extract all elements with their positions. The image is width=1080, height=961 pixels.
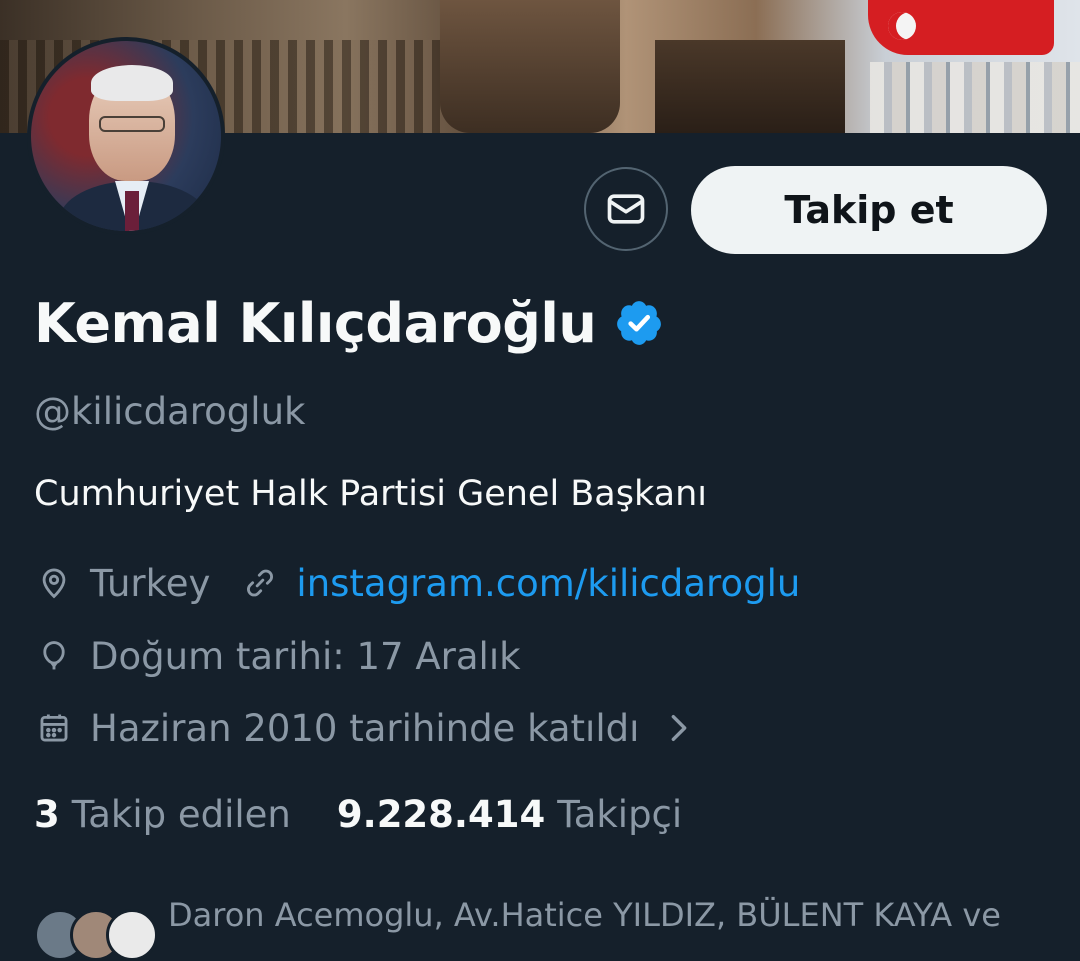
profile-joined: Haziran 2010 tarihinde katıldı — [90, 706, 640, 750]
followers-stat[interactable]: 9.228.414 Takipçi — [337, 793, 682, 836]
follow-button[interactable]: Takip et — [691, 166, 1047, 254]
following-count: 3 — [34, 792, 60, 836]
banner-podium — [655, 40, 845, 133]
followed-by-text: Daron Acemoglu, Av.Hatice YILDIZ, BÜLENT… — [168, 896, 1001, 934]
banner-flag — [868, 0, 1054, 55]
profile-avatar[interactable] — [27, 37, 225, 235]
display-name: Kemal Kılıçdaroğlu — [34, 291, 597, 355]
banner-city — [870, 62, 1080, 133]
profile-meta-joined[interactable]: Haziran 2010 tarihinde katıldı — [34, 703, 693, 753]
followed-by-preview[interactable]: Daron Acemoglu, Av.Hatice YILDIZ, BÜLENT… — [34, 895, 1001, 961]
followers-label: Takipçi — [557, 792, 683, 836]
calendar-icon — [34, 708, 74, 748]
profile-birthday: Doğum tarihi: 17 Aralık — [90, 634, 521, 678]
location-pin-icon — [34, 563, 74, 603]
verified-badge-icon[interactable] — [614, 298, 664, 348]
profile-location: Turkey — [90, 561, 211, 605]
following-label: Takip edilen — [71, 792, 291, 836]
chevron-right-icon[interactable] — [665, 711, 693, 745]
envelope-icon — [604, 187, 648, 231]
profile-meta-location-link: Turkey instagram.com/kilicdaroglu — [34, 558, 800, 608]
profile-bio: Cumhuriyet Halk Partisi Genel Başkanı — [34, 474, 707, 514]
followers-count: 9.228.414 — [336, 792, 546, 836]
banner-figure — [440, 0, 620, 133]
balloon-icon — [34, 636, 74, 676]
message-button[interactable] — [584, 167, 668, 251]
profile-website-link[interactable]: instagram.com/kilicdaroglu — [296, 562, 800, 605]
profile-meta-birthday: Doğum tarihi: 17 Aralık — [34, 631, 521, 681]
profile-name-row: Kemal Kılıçdaroğlu — [34, 288, 664, 358]
profile-handle: @kilicdarogluk — [34, 390, 306, 433]
following-stat[interactable]: 3 Takip edilen — [34, 793, 291, 836]
profile-stats: 3 Takip edilen 9.228.414 Takipçi — [34, 788, 682, 840]
followed-by-avatars — [34, 895, 158, 961]
link-icon — [240, 563, 280, 603]
